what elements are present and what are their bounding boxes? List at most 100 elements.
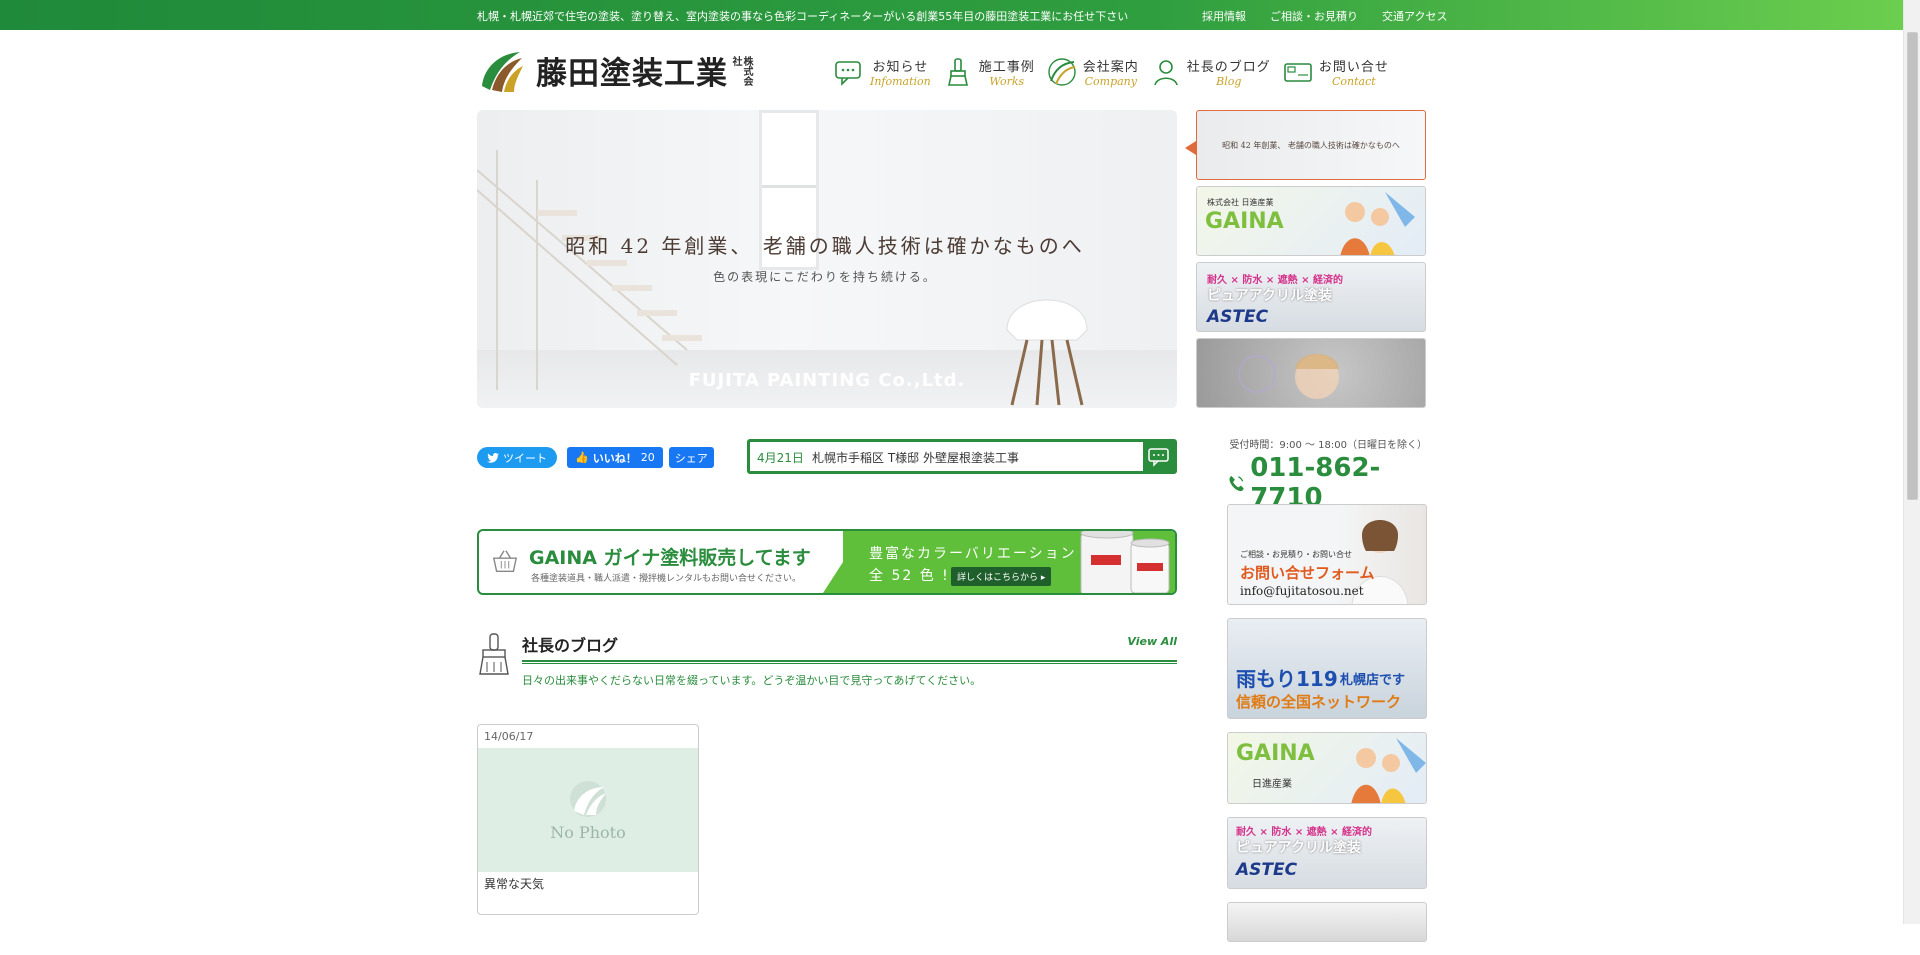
gaina-side-title: GAINA xyxy=(1236,741,1315,766)
post-title: 異常な天気 xyxy=(484,877,545,891)
post-date: 14/06/17 xyxy=(484,730,534,743)
thumb-1-label: 昭和 42 年創業、 老舗の職人技術は確かなものへ xyxy=(1222,140,1400,150)
bird-icon xyxy=(487,452,499,463)
banner-cta[interactable]: 詳しくはこちらから ▸ xyxy=(951,567,1052,586)
like-button[interactable]: 👍 いいね！ 20 xyxy=(567,447,663,468)
thumb-4[interactable] xyxy=(1196,338,1426,408)
amamori-big: 雨もり119 xyxy=(1236,667,1338,691)
nav-works-en: Works xyxy=(989,75,1025,88)
hero-subline: 色の表現にこだわりを持ち続ける。 xyxy=(713,270,937,284)
hero-slider[interactable]: 昭和 42 年創業、 老舗の職人技術は確かなものへ 色の表現にこだわりを持ち続け… xyxy=(477,110,1177,408)
hero-headline: 昭和 42 年創業、 老舗の職人技術は確かなものへ xyxy=(565,234,1085,258)
speech-bubble-icon xyxy=(835,61,861,86)
top-link-recruit[interactable]: 採用情報 xyxy=(1202,8,1246,24)
nav-works[interactable]: 施工事例 Works xyxy=(943,52,1035,92)
thumb-2[interactable]: 株式会社 日進産業 GAINA xyxy=(1196,186,1426,256)
top-links: 採用情報 ご相談・お見積り 交通アクセス xyxy=(1202,8,1447,24)
logo-placeholder-icon xyxy=(570,780,606,817)
brush-icon xyxy=(479,633,509,675)
sidebar-banners: ご相談・お見積り・お問い合せ お問い合せフォーム info@fujitatoso… xyxy=(1227,504,1427,955)
astec-side-banner[interactable]: 耐久 × 防水 × 遮熱 × 経済的 ピュアアクリル塗装 ASTEC xyxy=(1227,817,1427,889)
nav-info[interactable]: お知らせ Infomation xyxy=(834,52,931,92)
blog-desc: 日々の出来事やくだらない日常を綴っています。どうぞ温かい目で見守ってあげてくださ… xyxy=(522,674,982,687)
no-photo-label: No Photo xyxy=(550,822,626,842)
nav-company-en: Company xyxy=(1084,75,1137,88)
banner-right-line2: 全 52 色 !! xyxy=(869,568,958,584)
nav-info-jp: お知らせ xyxy=(872,60,929,75)
slider-thumbnails: 昭和 42 年創業、 老舗の職人技術は確かなものへ 株式会社 日進産業 GAIN… xyxy=(1196,110,1426,414)
banner-left: GAINA ガイナ塗料販売してます 各種塗装道具・職人派遣・攪拌機レンタルもお問… xyxy=(479,531,829,593)
tweet-label: ツイート xyxy=(503,451,547,465)
logo-name: 藤田塗装工業 xyxy=(536,55,728,92)
slider-pointer xyxy=(1185,141,1196,155)
global-nav: お知らせ Infomation 施工事例 Works 会社案内 Company 社長の… xyxy=(834,52,1389,92)
nav-contact[interactable]: お問い合せ Contact xyxy=(1283,52,1389,92)
banner-title: GAINA ガイナ塗料販売してます xyxy=(529,547,811,569)
like-count: 20 xyxy=(640,451,655,464)
page-scrollbar[interactable] xyxy=(1903,0,1920,924)
nav-company[interactable]: 会社案内 Company xyxy=(1047,52,1139,92)
banner-sub: 各種塗装道具・職人派遣・攪拌機レンタルもお問い合せください。 xyxy=(531,574,802,584)
contact-form-banner[interactable]: ご相談・お見積り・お問い合せ お問い合せフォーム info@fujitatoso… xyxy=(1227,504,1427,605)
like-label: いいね！ xyxy=(592,451,637,465)
gaina-banner[interactable]: GAINA ガイナ塗料販売してます 各種塗装道具・職人派遣・攪拌機レンタルもお問… xyxy=(477,529,1177,595)
site-logo[interactable]: 藤田塗装工業 株式会社 xyxy=(476,46,766,94)
paint-cans-icon xyxy=(1080,531,1170,593)
amamori-small: 札幌店です xyxy=(1340,673,1406,688)
child-illustration-icon xyxy=(1238,354,1339,399)
basket-icon xyxy=(492,550,518,572)
social-buttons: ツイート 👍 いいね！ 20 シェア xyxy=(477,447,714,468)
top-link-access[interactable]: 交通アクセス xyxy=(1382,8,1447,24)
thumb-3-brand: ASTEC xyxy=(1207,307,1269,327)
thumb-2-label: GAINA xyxy=(1205,209,1284,234)
scrollbar-thumb[interactable] xyxy=(1907,32,1918,500)
logo-corp: 株式会社 xyxy=(730,56,752,86)
post-image: No Photo xyxy=(478,748,698,872)
thumbs-up-icon: 👍 xyxy=(575,451,589,464)
gaina-side-banner[interactable]: GAINA 日進産業 xyxy=(1227,732,1427,804)
next-side-banner[interactable] xyxy=(1227,902,1427,942)
blog-title: 社長のブログ xyxy=(522,636,619,655)
nav-works-jp: 施工事例 xyxy=(978,60,1035,75)
nav-contact-jp: お問い合せ xyxy=(1318,60,1389,75)
blog-post-card[interactable]: 14/06/17 No Photo 異常な天気 xyxy=(477,724,699,915)
tweet-button[interactable]: ツイート xyxy=(477,447,557,468)
top-bar: 札幌・札幌近郊で住宅の塗装、塗り替え、室内塗装の事なら色彩コーディネーターがいる… xyxy=(0,0,1920,30)
thumb-3[interactable]: 耐久 × 防水 × 遮熱 × 経済的 ピュアアクリル塗装 ASTEC xyxy=(1196,262,1426,332)
contact-small: ご相談・お見積り・お問い合せ xyxy=(1240,550,1352,559)
gaina-side-sub: 日進産業 xyxy=(1252,779,1292,790)
nav-blog[interactable]: 社長のブログ Blog xyxy=(1151,52,1271,92)
chat-icon xyxy=(1148,448,1169,467)
tagline: 札幌・札幌近郊で住宅の塗装、塗り替え、室内塗装の事なら色彩コーディネーターがいる… xyxy=(477,10,1129,23)
share-label: シェア xyxy=(674,451,708,465)
contact-email: info@fujitatosou.net xyxy=(1240,584,1364,598)
blog-section-header: 社長のブログ View All 日々の出来事やくだらない日常を綴っています。どう… xyxy=(477,632,1177,692)
contact-big: お問い合せフォーム xyxy=(1240,564,1375,582)
news-icon-box xyxy=(1143,442,1174,471)
person-icon xyxy=(1154,60,1178,86)
company-logo-icon xyxy=(1048,58,1076,86)
nav-blog-jp: 社長のブログ xyxy=(1186,60,1271,75)
news-date: 4月21日 xyxy=(757,451,804,465)
family-illustration-icon xyxy=(1340,192,1415,255)
news-ticker[interactable]: 4月21日 札幌市手稲区 T様邸 外壁屋根塗装工事 xyxy=(747,439,1177,474)
amamori-banner[interactable]: 雨もり119 札幌店です 信頼の全国ネットワーク xyxy=(1227,618,1427,719)
nav-company-jp: 会社案内 xyxy=(1082,60,1139,75)
phone-icon xyxy=(1229,476,1244,492)
top-link-estimate[interactable]: ご相談・お見積り xyxy=(1270,8,1358,24)
thumb-2-sub: 株式会社 日進産業 xyxy=(1207,198,1274,207)
thumb-1[interactable]: 昭和 42 年創業、 老舗の職人技術は確かなものへ xyxy=(1196,110,1426,180)
amamori-sub: 信頼の全国ネットワーク xyxy=(1236,693,1402,711)
nav-contact-en: Contact xyxy=(1331,75,1376,88)
banner-right-line1: 豊富なカラーバリエーション xyxy=(869,546,1077,562)
astec-top: 耐久 × 防水 × 遮熱 × 経済的 xyxy=(1236,827,1373,838)
nav-blog-en: Blog xyxy=(1216,75,1242,88)
thumb-3-label: ピュアアクリル塗装 xyxy=(1207,288,1333,304)
hero-brand: FUJITA PAINTING Co.,Ltd. xyxy=(688,370,966,391)
news-title: 札幌市手稲区 T様邸 外壁屋根塗装工事 xyxy=(812,451,1019,465)
nav-info-en: Infomation xyxy=(870,75,931,88)
family-illustration-icon xyxy=(1351,738,1426,803)
share-button[interactable]: シェア xyxy=(668,447,714,468)
astec-mid: ピュアアクリル塗装 xyxy=(1236,840,1362,856)
blog-view-all[interactable]: View All xyxy=(1127,635,1177,648)
